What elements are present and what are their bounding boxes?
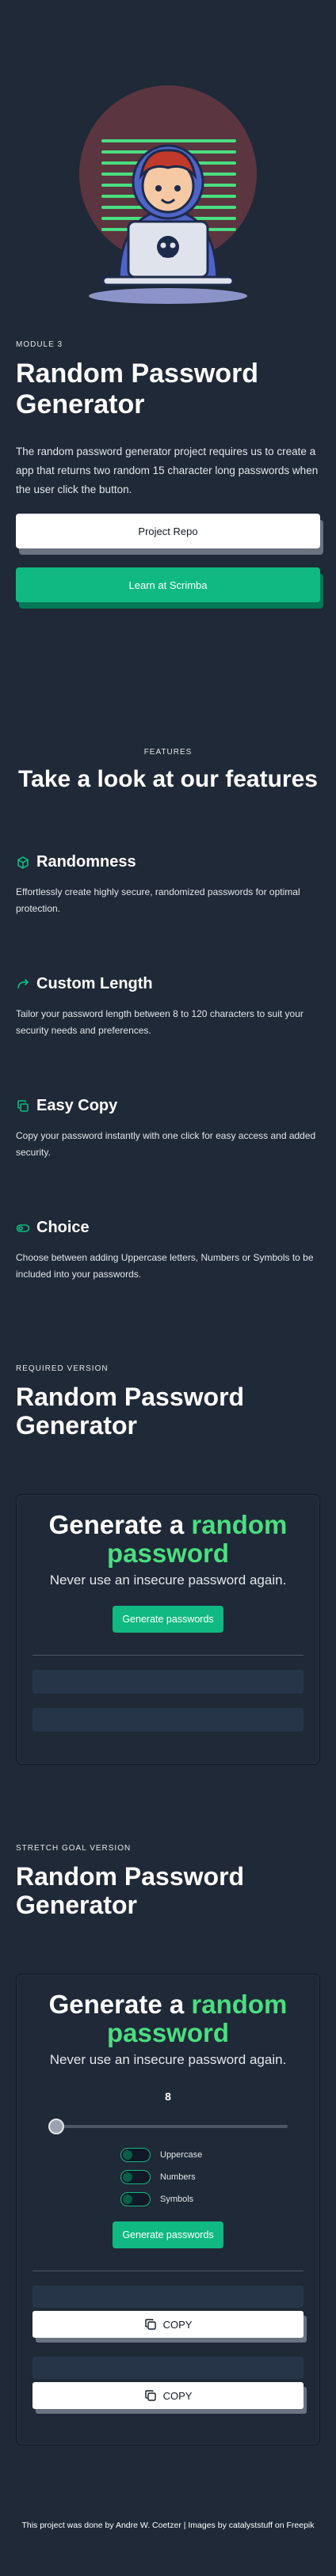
learn-at-scrimba-label: Learn at Scrimba [16,567,320,602]
feature-title-text: Easy Copy [36,1097,118,1114]
project-description: The random password generator project re… [16,446,319,495]
password-result-1: COPY [32,2286,307,2343]
stretch-version-eyebrow: STRETCH GOAL VERSION [16,1844,132,1853]
password-length-slider[interactable] [48,2119,288,2134]
copy-button-2[interactable]: COPY [32,2382,307,2414]
copy-button-face: COPY [32,2311,304,2338]
copy-label: COPY [162,2318,193,2331]
generator-heading: Generate a random password [17,1511,319,1568]
feature-choice: Choice Choose between adding Uppercase l… [16,1219,320,1283]
generator-heading-text: Generate a [48,1510,192,1539]
project-repo-label: Project Repo [16,514,320,548]
copy-button-face: COPY [32,2382,304,2409]
cube-icon [17,856,29,869]
toggle-knob [123,2195,132,2204]
password-length-value: 8 [165,2090,171,2103]
feature-title-text: Choice [36,1219,90,1236]
learn-at-scrimba-button[interactable]: Learn at Scrimba [16,567,323,609]
feature-title: Choice [16,1219,320,1237]
option-numbers[interactable]: Numbers [120,2166,216,2188]
toggle-knob [123,2150,132,2160]
option-label: Symbols [160,2195,194,2204]
slider-track [48,2125,288,2128]
feature-easy-copy: Easy Copy Copy your password instantly w… [16,1097,320,1161]
feature-title: Custom Length [16,975,320,993]
option-label: Numbers [160,2172,196,2182]
generator-heading: Generate a random password [17,1990,319,2047]
feature-title: Easy Copy [16,1097,320,1115]
slider-thumb[interactable] [48,2119,64,2134]
password-output-2[interactable] [32,2357,304,2379]
generator-heading-text: Generate a [48,1990,192,2019]
numbers-toggle[interactable] [120,2170,151,2184]
option-label: Uppercase [160,2150,203,2160]
copy-icon [144,2390,156,2401]
page-title: Random Password Generator [16,359,259,419]
feature-custom-length: Custom Length Tailor your password lengt… [16,975,320,1039]
required-generator-card: Generate a random password Never use an … [16,1494,320,1765]
copy-button-1[interactable]: COPY [32,2311,307,2343]
generator-subheading: Never use an insecure password again. [49,2052,287,2067]
divider [32,1655,304,1656]
feature-description: Effortlessly create highly secure, rando… [16,886,300,914]
generate-passwords-button[interactable]: Generate passwords [113,2221,223,2248]
required-version-title: Random Password Generator [16,1383,245,1440]
feature-description: Choose between adding Uppercase letters,… [16,1252,314,1280]
required-version-header: REQUIRED VERSION Random Password Generat… [16,1364,320,1440]
module-label: MODULE 3 [16,340,63,349]
intro-section: MODULE 3 Random Password Generator The r… [16,340,323,609]
arrow-curve-icon [17,978,29,988]
password-result-2: COPY [32,2357,307,2414]
stretch-generator-card: Generate a random password Never use an … [16,1974,320,2445]
password-output-1[interactable] [32,2286,304,2308]
stretch-version-header: STRETCH GOAL VERSION Random Password Gen… [16,1844,320,1919]
copy-icon [144,2319,156,2330]
feature-description: Copy your password instantly with one cl… [16,1130,316,1158]
generator-subheading: Never use an insecure password again. [49,1573,287,1588]
features-heading: Take a look at our features [18,766,318,792]
generate-passwords-button[interactable]: Generate passwords [113,1606,223,1633]
feature-randomness: Randomness Effortlessly create highly se… [16,853,320,917]
toggle-knob [123,2172,132,2182]
password-output-1[interactable] [32,1670,304,1694]
password-output-2[interactable] [32,1708,304,1732]
project-repo-button[interactable]: Project Repo [16,514,323,555]
copy-icon [17,1099,29,1112]
uppercase-toggle[interactable] [120,2148,151,2162]
stretch-version-title: Random Password Generator [16,1862,245,1919]
required-version-eyebrow: REQUIRED VERSION [16,1364,109,1373]
footer-credit: This project was done by Andre W. Coetze… [21,2521,315,2530]
symbols-toggle[interactable] [120,2192,151,2206]
hacker-illustration [79,85,257,304]
option-uppercase[interactable]: Uppercase [120,2144,216,2166]
feature-title: Randomness [16,853,320,871]
features-header: FEATURES Take a look at our features [0,748,336,793]
option-symbols[interactable]: Symbols [120,2188,216,2210]
feature-title-text: Randomness [36,853,136,871]
copy-label: COPY [162,2389,193,2402]
features-eyebrow: FEATURES [143,748,193,757]
toggle-icon [16,1224,30,1232]
character-options: Uppercase Numbers Symbols [120,2144,216,2210]
hero [0,0,336,332]
feature-description: Tailor your password length between 8 to… [16,1008,304,1036]
feature-title-text: Custom Length [36,975,153,992]
